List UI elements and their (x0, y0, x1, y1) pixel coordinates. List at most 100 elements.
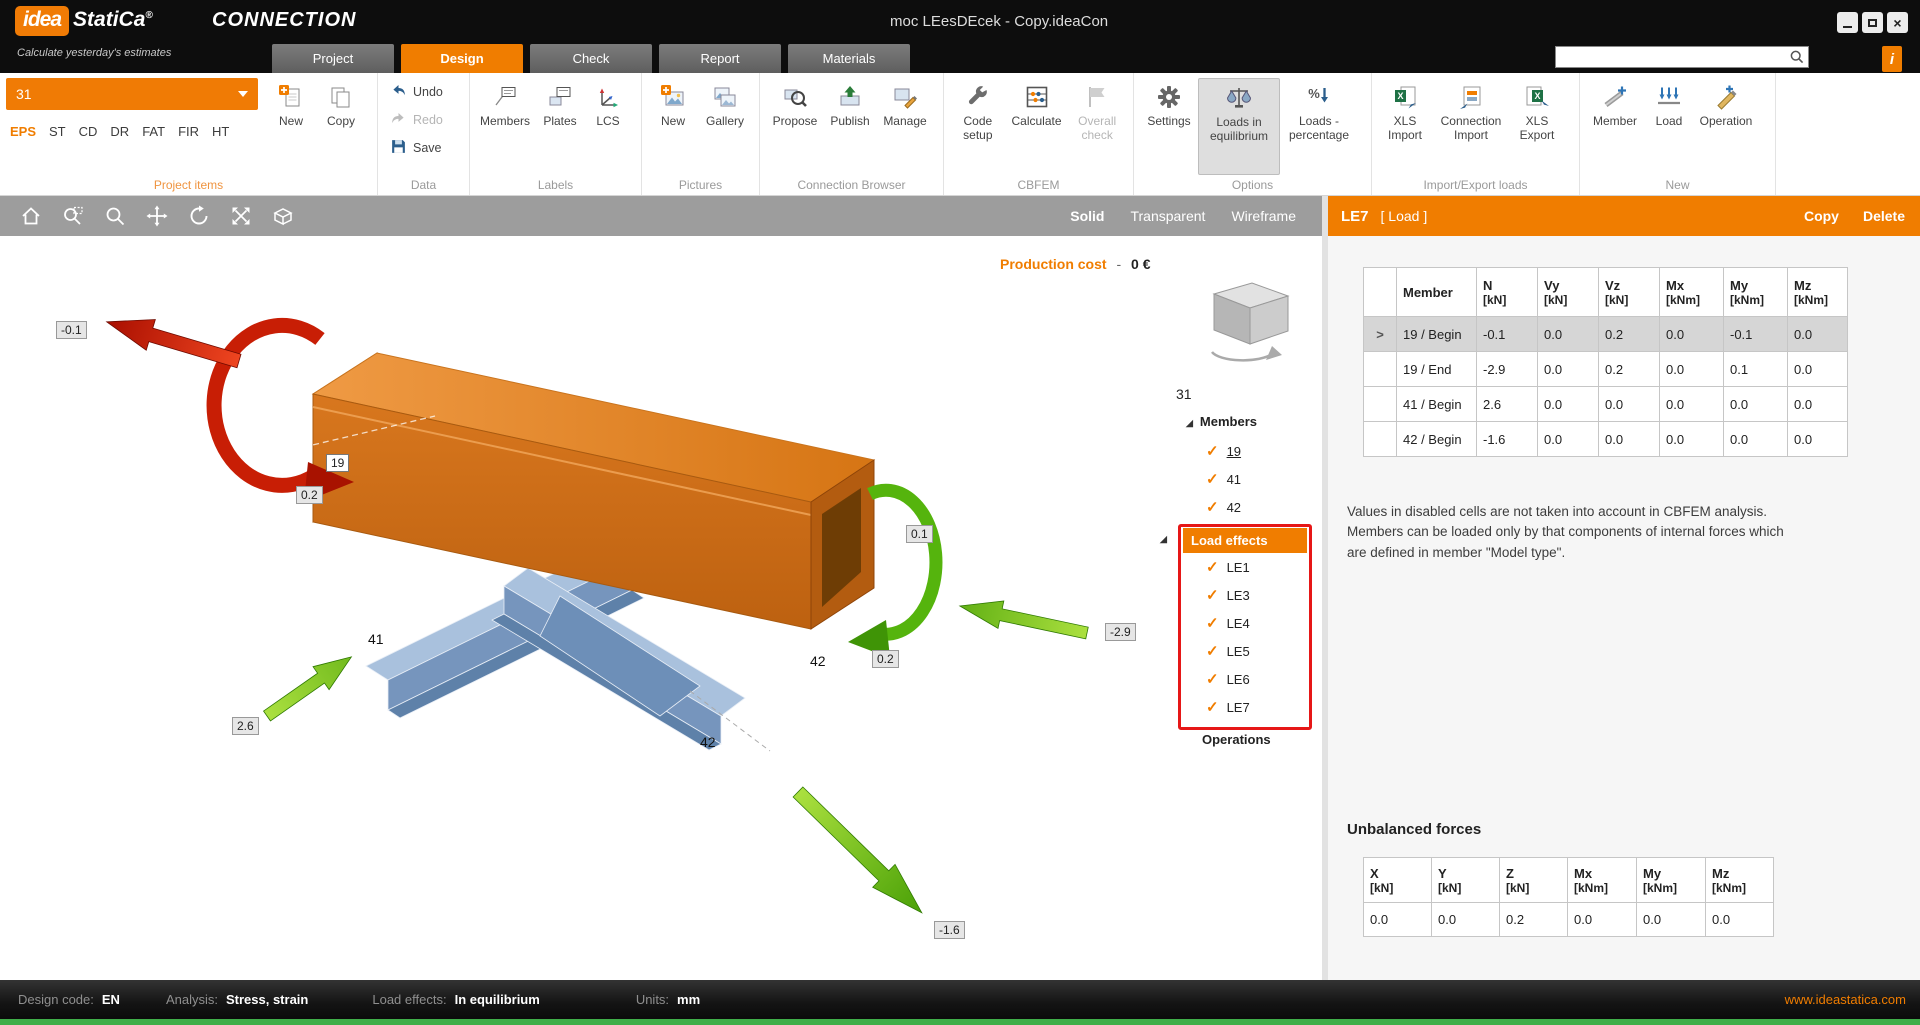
cell-mz[interactable]: 0.0 (1788, 352, 1848, 387)
pan-icon[interactable] (140, 200, 174, 232)
tab-project[interactable]: Project (272, 44, 394, 73)
table-row[interactable]: 42 / Begin -1.6 0.0 0.0 0.0 0.0 0.0 (1364, 422, 1848, 457)
cell-my[interactable]: 0.1 (1724, 352, 1788, 387)
cell-vy[interactable]: 0.0 (1538, 317, 1599, 352)
cell-vz[interactable]: 0.2 (1599, 317, 1660, 352)
labels-members-button[interactable]: Members (476, 78, 534, 175)
delete-load-effect-button[interactable]: Delete (1863, 208, 1905, 224)
view-mode-transparent[interactable]: Transparent (1130, 208, 1205, 224)
new-load-button[interactable]: Load (1644, 78, 1694, 175)
overall-check-button[interactable]: Overall check (1067, 78, 1127, 175)
filter-dr[interactable]: DR (110, 124, 129, 139)
cell-mx[interactable]: 0.0 (1660, 422, 1724, 457)
cell-mz[interactable]: 0.0 (1788, 422, 1848, 457)
picture-gallery-button[interactable]: Gallery (698, 78, 752, 175)
tab-report[interactable]: Report (659, 44, 781, 73)
tree-load-effect-le6[interactable]: LE6 (1206, 670, 1250, 688)
info-button[interactable]: i (1882, 46, 1902, 72)
cell-member[interactable]: 41 / Begin (1397, 387, 1477, 422)
table-row[interactable]: 19 / End -2.9 0.0 0.2 0.0 0.1 0.0 (1364, 352, 1848, 387)
tree-load-effect-le5[interactable]: LE5 (1206, 642, 1250, 660)
zoom-window-icon[interactable] (56, 200, 90, 232)
checkbox-checked-icon[interactable] (1206, 470, 1219, 488)
close-button[interactable]: × (1887, 12, 1908, 33)
copy-project-item-button[interactable]: Copy (316, 78, 366, 175)
tab-materials[interactable]: Materials (788, 44, 910, 73)
rotate-icon[interactable] (182, 200, 216, 232)
filter-st[interactable]: ST (49, 124, 66, 139)
tree-load-effects-expander[interactable] (1160, 530, 1167, 545)
cell-vy[interactable]: 0.0 (1538, 352, 1599, 387)
checkbox-checked-icon[interactable] (1206, 698, 1219, 716)
home-view-icon[interactable] (14, 200, 48, 232)
cell-n[interactable]: -2.9 (1477, 352, 1538, 387)
cell-member[interactable]: 42 / Begin (1397, 422, 1477, 457)
table-row[interactable]: > 19 / Begin -0.1 0.0 0.2 0.0 -0.1 0.0 (1364, 317, 1848, 352)
tree-member-41[interactable]: 41 (1206, 470, 1241, 488)
tab-check[interactable]: Check (530, 44, 652, 73)
cell-my[interactable]: 0.0 (1724, 422, 1788, 457)
connection-import-button[interactable]: Connection Import (1432, 78, 1510, 175)
checkbox-checked-icon[interactable] (1206, 670, 1219, 688)
cell-n[interactable]: -0.1 (1477, 317, 1538, 352)
zoom-fit-icon[interactable] (224, 200, 258, 232)
labels-lcs-button[interactable]: LCS (586, 78, 630, 175)
new-project-item-button[interactable]: New (266, 78, 316, 175)
checkbox-checked-icon[interactable] (1206, 442, 1219, 460)
row-selector[interactable] (1364, 422, 1397, 457)
view-mode-solid[interactable]: Solid (1070, 208, 1104, 224)
view-mode-wireframe[interactable]: Wireframe (1231, 208, 1296, 224)
checkbox-checked-icon[interactable] (1206, 586, 1219, 604)
labels-plates-button[interactable]: Plates (534, 78, 586, 175)
cell-vz[interactable]: 0.2 (1599, 352, 1660, 387)
loads-percentage-button[interactable]: % Loads - percentage (1280, 78, 1358, 175)
publish-button[interactable]: Publish (824, 78, 876, 175)
cell-mx[interactable]: 0.0 (1660, 317, 1724, 352)
redo-button[interactable]: Redo (390, 110, 457, 130)
picture-new-button[interactable]: New (648, 78, 698, 175)
filter-eps[interactable]: EPS (10, 124, 36, 139)
minimize-button[interactable] (1837, 12, 1858, 33)
row-selector[interactable] (1364, 387, 1397, 422)
row-selector[interactable] (1364, 352, 1397, 387)
cell-vz[interactable]: 0.0 (1599, 387, 1660, 422)
tree-load-effect-le4[interactable]: LE4 (1206, 614, 1250, 632)
tree-load-effect-le3[interactable]: LE3 (1206, 586, 1250, 604)
tree-member-19[interactable]: 19 (1206, 442, 1241, 460)
calculate-button[interactable]: Calculate (1006, 78, 1068, 175)
tree-root-item[interactable]: 31 (1176, 386, 1192, 402)
xls-export-button[interactable]: X XLS Export (1510, 78, 1564, 175)
new-member-button[interactable]: Member (1586, 78, 1644, 175)
checkbox-checked-icon[interactable] (1206, 642, 1219, 660)
row-selector[interactable]: > (1364, 317, 1397, 352)
settings-button[interactable]: Settings (1140, 78, 1198, 175)
cell-vz[interactable]: 0.0 (1599, 422, 1660, 457)
save-button[interactable]: Save (390, 138, 457, 158)
xls-import-button[interactable]: X XLS Import (1378, 78, 1432, 175)
zoom-icon[interactable] (98, 200, 132, 232)
filter-fir[interactable]: FIR (178, 124, 199, 139)
maximize-button[interactable] (1862, 12, 1883, 33)
cell-mz[interactable]: 0.0 (1788, 387, 1848, 422)
cell-mx[interactable]: 0.0 (1660, 387, 1724, 422)
tree-members-header[interactable]: Members (1186, 414, 1257, 429)
website-link[interactable]: www.ideastatica.com (1785, 992, 1906, 1007)
table-row[interactable]: 41 / Begin 2.6 0.0 0.0 0.0 0.0 0.0 (1364, 387, 1848, 422)
tree-load-effect-le1[interactable]: LE1 (1206, 558, 1250, 576)
new-operation-button[interactable]: Operation (1694, 78, 1758, 175)
checkbox-checked-icon[interactable] (1206, 498, 1219, 516)
cell-vy[interactable]: 0.0 (1538, 422, 1599, 457)
cell-n[interactable]: 2.6 (1477, 387, 1538, 422)
project-item-dropdown[interactable]: 31 (6, 78, 258, 110)
search-icon[interactable] (1789, 49, 1805, 65)
cell-mx[interactable]: 0.0 (1660, 352, 1724, 387)
propose-button[interactable]: Propose (766, 78, 824, 175)
cell-vy[interactable]: 0.0 (1538, 387, 1599, 422)
tab-design[interactable]: Design (401, 44, 523, 73)
undo-button[interactable]: Undo (390, 82, 457, 102)
cell-member[interactable]: 19 / Begin (1397, 317, 1477, 352)
tree-member-42[interactable]: 42 (1206, 498, 1241, 516)
section-cube-icon[interactable] (266, 200, 300, 232)
cell-my[interactable]: -0.1 (1724, 317, 1788, 352)
filter-ht[interactable]: HT (212, 124, 229, 139)
